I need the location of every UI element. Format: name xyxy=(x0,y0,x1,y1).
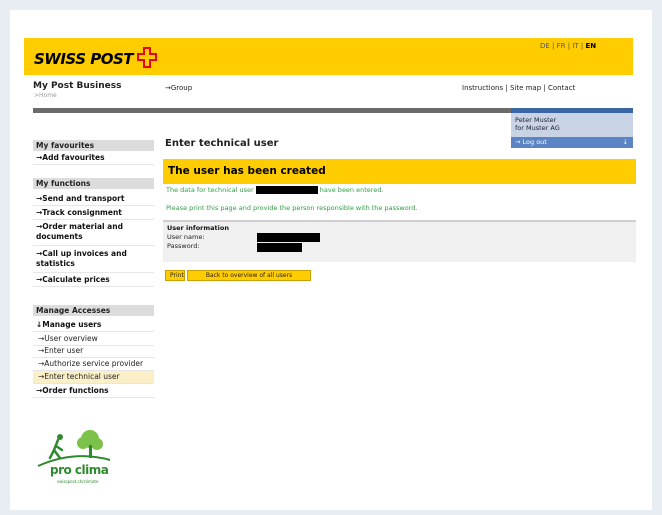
pro-clima-tagline: swisspost.ch/climate xyxy=(57,479,99,484)
sidebar-item-authorize-provider[interactable]: →Authorize service provider xyxy=(33,358,154,371)
site-map-link[interactable]: Site map xyxy=(510,84,541,92)
logout-label: → Log out xyxy=(515,138,547,146)
contact-link[interactable]: Contact xyxy=(548,84,575,92)
swiss-post-logo[interactable]: SWISS POST xyxy=(34,50,134,68)
sidebar-item-calculate-prices[interactable]: →Calculate prices xyxy=(33,274,154,287)
sidebar-item-invoices-statistics[interactable]: →Call up invoices and statistics xyxy=(33,248,154,273)
page-title: Enter technical user xyxy=(165,138,279,149)
back-to-users-button[interactable]: Back to overview of all users xyxy=(187,270,311,281)
instructions-link[interactable]: Instructions xyxy=(462,84,503,92)
manage-accesses-heading: Manage Accesses xyxy=(33,305,154,316)
favourites-heading: My favourites xyxy=(33,140,154,151)
pro-clima-logo-icon xyxy=(37,430,111,467)
functions-heading: My functions xyxy=(33,178,154,189)
message-suffix: have been entered. xyxy=(319,186,384,194)
group-link[interactable]: →Group xyxy=(165,84,192,92)
breadcrumb[interactable]: >Home xyxy=(34,92,57,99)
lang-en[interactable]: EN xyxy=(586,42,597,50)
utility-links: Instructions | Site map | Contact xyxy=(462,84,576,92)
message-prefix: The data for technical user xyxy=(166,186,254,194)
sidebar-item-manage-users[interactable]: ↓Manage users xyxy=(33,319,154,332)
lang-de[interactable]: DE xyxy=(540,42,550,50)
add-favourites-link[interactable]: →Add favourites xyxy=(33,152,154,165)
redacted-username-value xyxy=(257,233,320,242)
arrow-down-icon: ↓ xyxy=(622,138,628,146)
nav-divider xyxy=(33,108,511,113)
success-banner: The user has been created xyxy=(163,159,636,184)
swiss-cross-icon xyxy=(137,47,157,68)
username-label: User name: xyxy=(167,233,205,241)
redacted-password-value xyxy=(257,243,302,252)
sidebar-item-order-functions[interactable]: →Order functions xyxy=(33,385,154,398)
lang-it[interactable]: IT xyxy=(572,42,578,50)
sidebar-item-enter-technical-user[interactable]: →Enter technical user xyxy=(33,371,154,384)
logout-button[interactable]: → Log out ↓ xyxy=(511,137,633,148)
password-label: Password: xyxy=(167,242,200,250)
language-switcher: DE | FR | IT | EN xyxy=(540,42,597,50)
user-info-heading: User information xyxy=(167,224,229,232)
pro-clima-text: pro clima xyxy=(50,463,109,477)
sidebar-item-order-material[interactable]: →Order material and documents xyxy=(33,221,154,246)
sidebar-item-enter-user[interactable]: →Enter user xyxy=(33,345,154,358)
data-entered-message: The data for technical user have been en… xyxy=(166,186,384,194)
app-title: My Post Business xyxy=(33,81,122,91)
user-box: Peter Muster for Muster AG → Log out ↓ xyxy=(511,113,633,148)
user-info-panel: User information User name: Password: xyxy=(163,220,636,262)
user-name: Peter Muster xyxy=(515,116,557,124)
sidebar-item-send-transport[interactable]: →Send and transport xyxy=(33,193,154,206)
print-notice: Please print this page and provide the p… xyxy=(166,204,418,212)
lang-fr[interactable]: FR xyxy=(557,42,566,50)
print-button[interactable]: Print xyxy=(165,270,185,281)
redacted-username xyxy=(255,186,318,194)
sidebar-item-track-consignment[interactable]: →Track consignment xyxy=(33,207,154,220)
user-company: for Muster AG xyxy=(515,124,560,132)
